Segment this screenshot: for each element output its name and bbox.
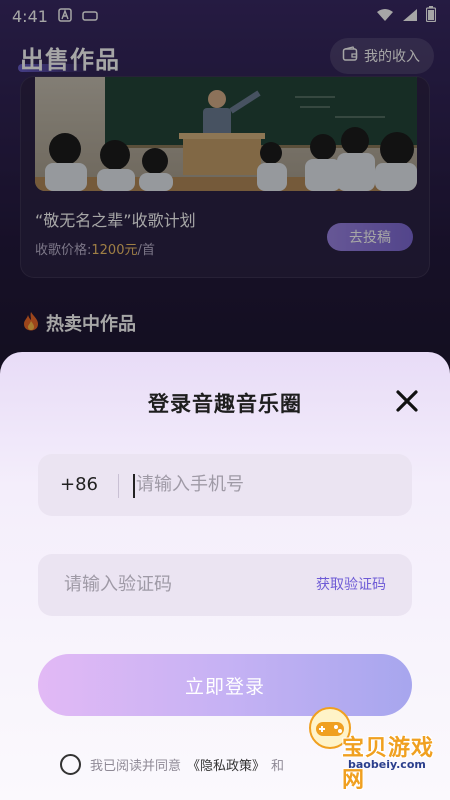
watermark-url: baobeiy.com: [348, 758, 426, 771]
agree-checkbox[interactable]: [60, 753, 81, 775]
agree-text: 我已阅读并同意: [90, 758, 182, 774]
code-input[interactable]: 请输入验证码: [64, 554, 172, 616]
login-title: 登录音趣音乐圈: [148, 392, 302, 416]
phone-field[interactable]: +86 请输入手机号: [38, 454, 412, 516]
close-icon[interactable]: [394, 388, 420, 414]
privacy-policy-link[interactable]: 《隐私政策》: [187, 755, 265, 774]
phone-input[interactable]: 请输入手机号: [136, 454, 244, 516]
country-code[interactable]: +86: [60, 454, 98, 516]
and-text: 和: [271, 758, 285, 774]
code-field[interactable]: 请输入验证码 获取验证码: [38, 554, 412, 616]
field-divider: [118, 474, 119, 498]
get-code-button[interactable]: 获取验证码: [316, 554, 386, 616]
text-caret: [133, 474, 135, 498]
watermark: 宝贝游戏网 baobeiy.com: [306, 706, 446, 793]
agreement-row: 我已阅读并同意 《隐私政策》 和: [60, 752, 284, 776]
